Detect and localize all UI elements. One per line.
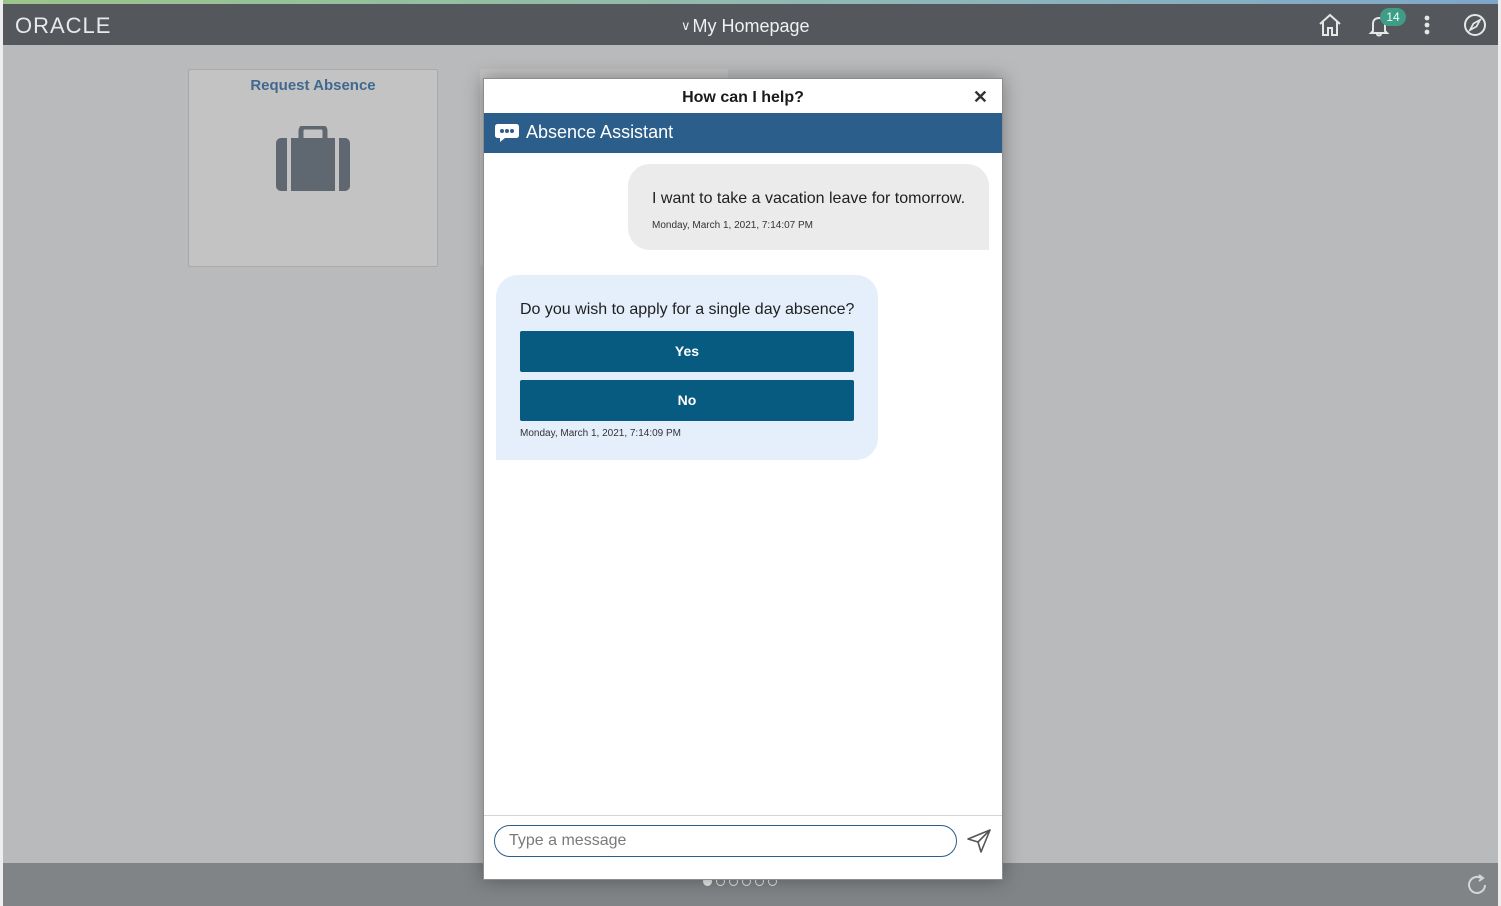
no-button[interactable]: No <box>520 380 854 421</box>
oracle-logo: ORACLE <box>15 13 112 38</box>
top-header-bar: ORACLE ∨ My Homepage <box>3 4 1498 45</box>
assistant-bar: Absence Assistant <box>484 113 1002 153</box>
chevron-down-icon: ∨ <box>681 18 691 33</box>
message-input[interactable] <box>494 825 957 857</box>
send-icon[interactable] <box>966 828 992 854</box>
dialog-title: How can I help? <box>682 89 804 106</box>
bot-message-text: Do you wish to apply for a single day ab… <box>520 301 855 318</box>
chat-bubble-icon <box>495 124 519 142</box>
tile-title: Request Absence <box>250 77 376 94</box>
user-message-text: I want to take a vacation leave for tomo… <box>652 190 966 207</box>
notification-count-badge: 14 <box>1380 8 1406 26</box>
home-icon[interactable] <box>1316 11 1344 39</box>
refresh-icon[interactable] <box>1464 872 1490 898</box>
close-icon[interactable]: ✕ <box>973 87 988 108</box>
user-message-timestamp: Monday, March 1, 2021, 7:14:07 PM <box>652 220 814 231</box>
briefcase-icon <box>276 126 350 191</box>
bot-message-bubble: Do you wish to apply for a single day ab… <box>496 275 878 460</box>
bot-message-timestamp: Monday, March 1, 2021, 7:14:09 PM <box>520 428 682 439</box>
assistant-name: Absence Assistant <box>526 122 674 142</box>
yes-button[interactable]: Yes <box>520 331 854 372</box>
navigator-compass-icon[interactable] <box>1461 11 1489 39</box>
left-window-edge <box>0 0 3 906</box>
homepage-selector[interactable]: ∨ My Homepage <box>681 16 810 37</box>
more-vertical-icon[interactable] <box>1413 11 1441 39</box>
page-title: My Homepage <box>692 16 810 36</box>
chat-dialog: How can I help? ✕ Absence Assistant I wa… <box>483 78 1003 880</box>
message-composer <box>484 815 1002 880</box>
request-absence-tile[interactable]: Request Absence <box>188 69 438 267</box>
user-message-bubble: I want to take a vacation leave for tomo… <box>628 164 989 250</box>
